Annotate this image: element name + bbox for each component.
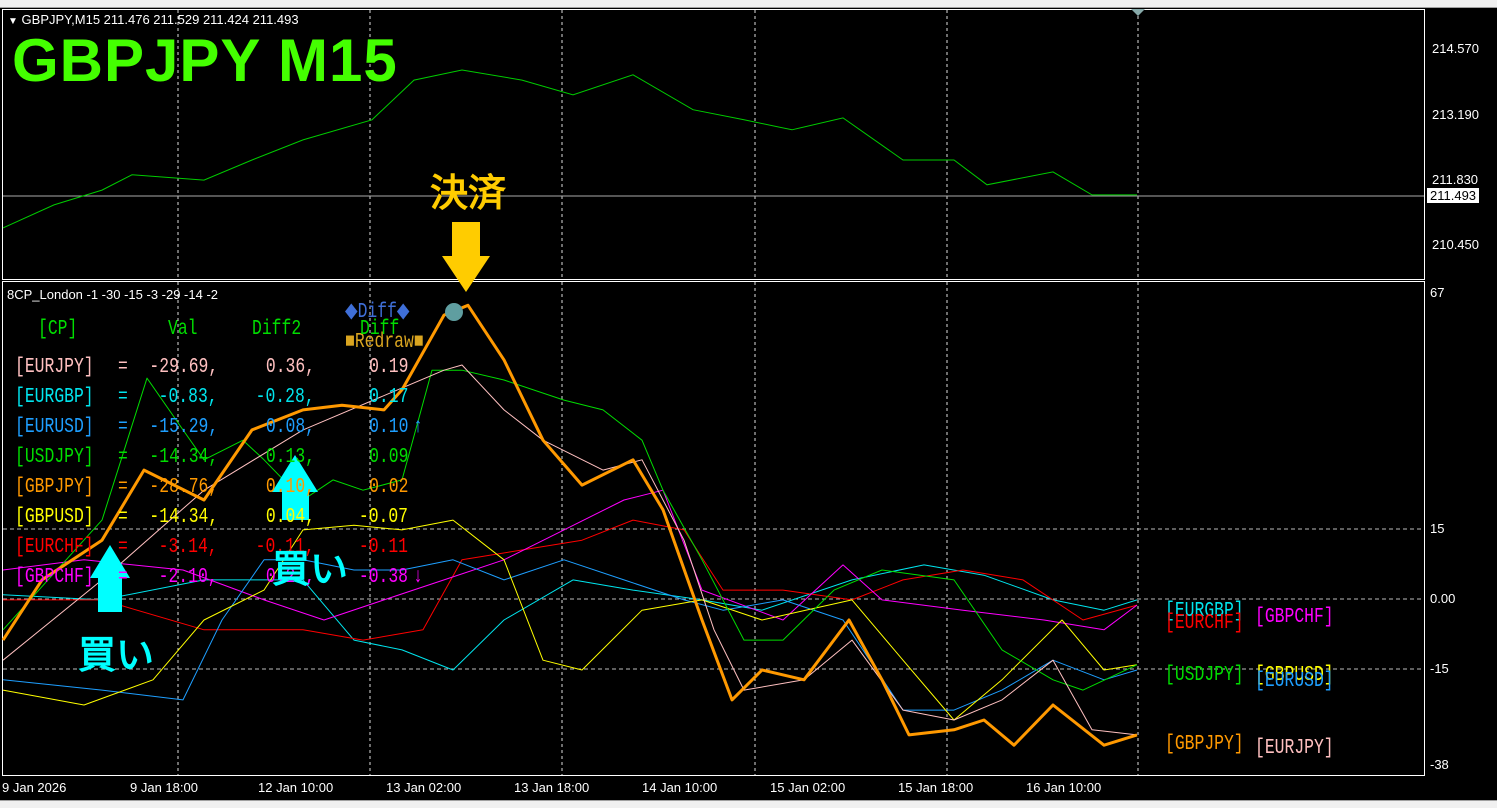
indicator-tick: -38 xyxy=(1430,757,1449,772)
diff-cell: 0.09 xyxy=(368,446,408,469)
indicator-tick: 15 xyxy=(1430,521,1445,536)
value-cell: -0.83, xyxy=(159,386,218,409)
indicator-tick: -15 xyxy=(1430,661,1449,676)
pair-name: [GBPUSD] xyxy=(15,506,94,529)
equals-sign: = xyxy=(118,386,128,409)
diff2-cell: 0.10, xyxy=(265,476,315,499)
trend-arrow-icon: ↑ xyxy=(413,416,423,439)
equals-sign: = xyxy=(118,446,128,469)
series-end-label: [USDJPY] xyxy=(1165,664,1244,687)
down-arrow-icon xyxy=(442,222,490,292)
value-cell: -28.76, xyxy=(149,476,218,499)
close-annotation: 決済 xyxy=(430,173,507,215)
header-diff2: Diff2 xyxy=(252,318,302,341)
series-end-label: [EURUSD] xyxy=(1255,670,1334,693)
time-tick: 13 Jan 18:00 xyxy=(514,780,590,795)
equals-sign: = xyxy=(118,476,128,499)
pair-name: [USDJPY] xyxy=(15,446,94,469)
diff-cell: -0.07 xyxy=(358,506,408,529)
ohlc-text: GBPJPY,M15 211.476 211.529 211.424 211.4… xyxy=(21,12,299,27)
price-tick: 213.190 xyxy=(1432,107,1479,122)
equals-sign: = xyxy=(118,566,128,589)
indicator-name: 8CP_London -1 -30 -15 -3 -29 -14 -2 xyxy=(7,287,219,302)
pair-name: [GBPCHF] xyxy=(15,566,94,589)
pair-name: [EURCHF] xyxy=(15,536,94,559)
trend-arrow-icon: ↓ xyxy=(413,566,423,589)
value-cell: -3.14, xyxy=(159,536,218,559)
value-cell: -14.34, xyxy=(149,446,218,469)
header-cp: [CP] xyxy=(38,318,78,341)
diff2-cell: 0.36, xyxy=(265,356,315,379)
equals-sign: = xyxy=(118,506,128,529)
pair-name: [EURGBP] xyxy=(15,386,94,409)
diff-cell: 0.02 xyxy=(368,476,408,499)
buy-annotation: 買い xyxy=(78,635,155,677)
price-tick: 211.830 xyxy=(1432,172,1479,187)
diff2-cell: 0.04, xyxy=(265,506,315,529)
symbol-ohlc-line: ▼ GBPJPY,M15 211.476 211.529 211.424 211… xyxy=(8,12,299,27)
diff-cell: 0.17 xyxy=(368,386,408,409)
current-price-label: 211.493 xyxy=(1427,188,1480,203)
series-end-label: [GBPCHF] xyxy=(1255,606,1334,629)
diff2-cell: 0.13, xyxy=(265,446,315,469)
time-tick: 12 Jan 10:00 xyxy=(258,780,334,795)
status-dot-icon xyxy=(445,303,463,321)
equals-sign: = xyxy=(118,356,128,379)
diff-cell: -0.38 xyxy=(358,566,408,589)
header-val: Val xyxy=(168,318,198,341)
big-symbol-title: GBPJPY M15 xyxy=(12,27,398,94)
time-tick: 14 Jan 10:00 xyxy=(642,780,718,795)
value-cell: -29.69, xyxy=(149,356,218,379)
buy-annotation: 買い xyxy=(272,549,349,591)
diff-cell: -0.11 xyxy=(358,536,408,559)
diff-cell: 0.10 xyxy=(368,416,408,439)
pair-name: [EURJPY] xyxy=(15,356,94,379)
time-tick: 9 Jan 18:00 xyxy=(130,780,198,795)
price-tick: 210.450 xyxy=(1432,237,1479,252)
pair-name: [EURUSD] xyxy=(15,416,94,439)
value-cell: -15.29, xyxy=(149,416,218,439)
diff-cell: 0.19 xyxy=(368,356,408,379)
series-end-label: [GBPJPY] xyxy=(1165,733,1244,756)
pair-name: [GBPJPY] xyxy=(15,476,94,499)
price-tick: 214.570 xyxy=(1432,41,1479,56)
time-tick: 15 Jan 18:00 xyxy=(898,780,974,795)
indicator-tick: 0.00 xyxy=(1430,591,1456,606)
shift-marker-icon xyxy=(1131,9,1145,16)
series-end-label: [EURJPY] xyxy=(1255,737,1334,760)
header-diff: Diff xyxy=(360,318,400,341)
indicator-tick: 67 xyxy=(1430,285,1445,300)
equals-sign: = xyxy=(118,416,128,439)
time-tick: 13 Jan 02:00 xyxy=(386,780,462,795)
series-end-label: [EURCHF] xyxy=(1165,612,1244,635)
diff2-cell: 0.08, xyxy=(265,416,315,439)
value-cell: -2.10, xyxy=(159,566,218,589)
diff2-cell: -0.28, xyxy=(256,386,315,409)
time-tick: 16 Jan 10:00 xyxy=(1026,780,1102,795)
time-tick: 15 Jan 02:00 xyxy=(770,780,846,795)
time-tick: 9 Jan 2026 xyxy=(2,780,67,795)
equals-sign: = xyxy=(118,536,128,559)
value-cell: -14.34, xyxy=(149,506,218,529)
